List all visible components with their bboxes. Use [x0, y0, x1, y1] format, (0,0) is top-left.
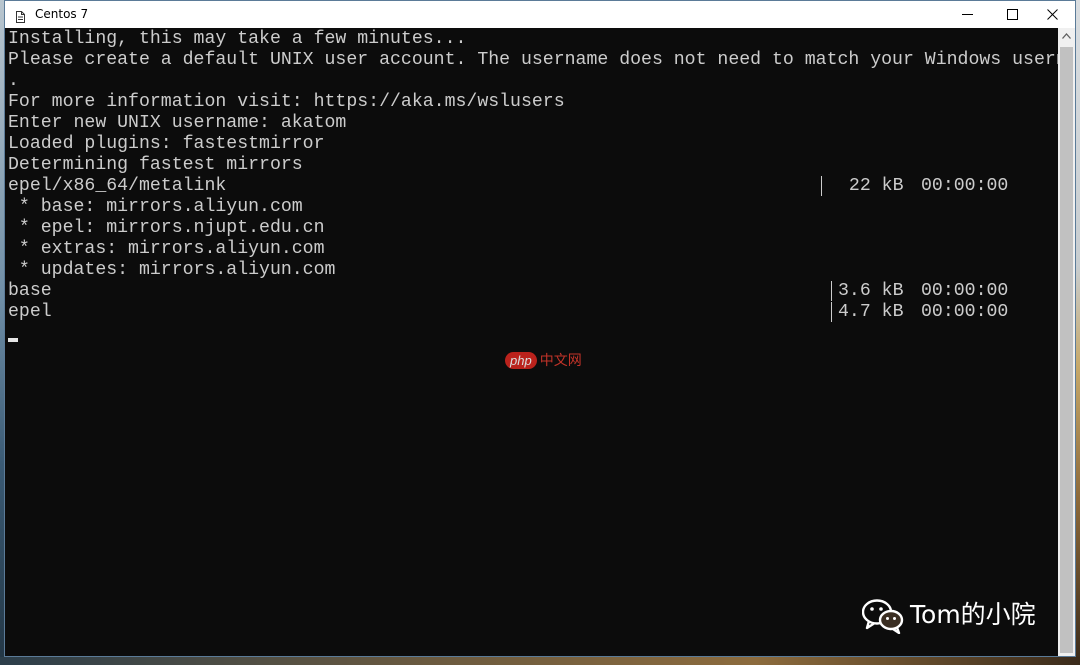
window-title: Centos 7 — [35, 7, 89, 21]
console-line: . — [8, 71, 19, 91]
wechat-icon — [861, 598, 904, 635]
console-line: Please create a default UNIX user accoun… — [8, 50, 1058, 70]
progress-separator — [821, 176, 822, 196]
title-bar[interactable]: Centos 7 — [5, 1, 1075, 28]
close-icon — [1047, 9, 1058, 20]
maximize-icon — [1007, 9, 1018, 20]
console-line: epel — [8, 302, 52, 322]
watermark: php 中文网 — [505, 350, 582, 370]
download-time: 00:00:00 — [921, 281, 1009, 301]
console-line: Determining fastest mirrors — [8, 155, 303, 175]
vertical-scrollbar[interactable] — [1058, 28, 1075, 656]
download-time: 00:00:00 — [921, 176, 1009, 196]
console-window: Centos 7 Installing, this may take a few… — [4, 0, 1076, 657]
progress-separator — [831, 281, 832, 301]
document-icon[interactable] — [16, 8, 25, 23]
scrollbar-thumb[interactable] — [1060, 47, 1073, 653]
progress-separator — [831, 302, 832, 322]
console-line: * updates: mirrors.aliyun.com — [8, 260, 336, 280]
console-line: * base: mirrors.aliyun.com — [8, 197, 303, 217]
download-size: 22 kB — [838, 176, 904, 196]
desktop-wallpaper-bottom — [0, 657, 1080, 665]
console-line: Enter new UNIX username: akatom — [8, 113, 347, 133]
watermark-text: 中文网 — [539, 352, 582, 368]
console-line: * epel: mirrors.njupt.edu.cn — [8, 218, 325, 238]
download-size: 3.6 kB — [838, 281, 904, 301]
minimize-button[interactable] — [945, 1, 991, 28]
console-line: Installing, this may take a few minutes.… — [8, 29, 467, 49]
watermark-badge: php — [505, 352, 537, 369]
brand-text: Tom的小院 — [910, 600, 1036, 629]
download-size: 4.7 kB — [838, 302, 904, 322]
console-line: epel/x86_64/metalink — [8, 176, 227, 196]
chevron-up-icon — [1062, 33, 1071, 39]
console-line: For more information visit: https://aka.… — [8, 92, 565, 112]
download-time: 00:00:00 — [921, 302, 1009, 322]
console-line: base — [8, 281, 52, 301]
console-line: * extras: mirrors.aliyun.com — [8, 239, 325, 259]
terminal-output[interactable]: Installing, this may take a few minutes.… — [5, 28, 1058, 656]
minimize-icon — [962, 14, 973, 15]
console-line: Loaded plugins: fastestmirror — [8, 134, 325, 154]
text-cursor — [8, 338, 18, 342]
scroll-up-button[interactable] — [1058, 28, 1075, 45]
close-button[interactable] — [1030, 1, 1076, 28]
